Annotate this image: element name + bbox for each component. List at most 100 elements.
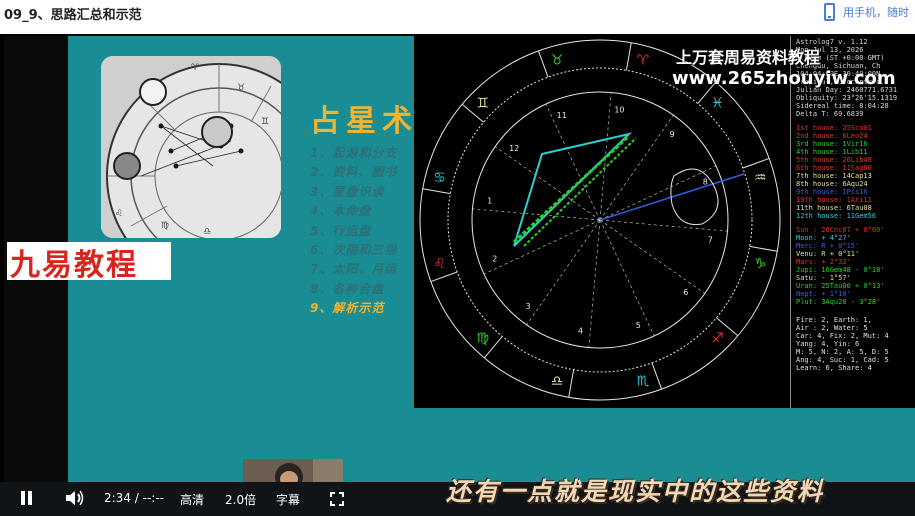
sign-divider [742, 157, 770, 169]
house-row: 9th house: 1Pis16 [796, 188, 868, 196]
fullscreen-icon[interactable] [330, 491, 344, 510]
house-number: 5 [636, 321, 641, 330]
zodiac-glyph: ♉ [551, 53, 564, 69]
house-row: 11th house: 6Tau08 [796, 204, 872, 212]
house-cusp [545, 103, 601, 221]
house-cusp [588, 219, 601, 348]
zodiac-glyph: ♓ [711, 96, 724, 112]
aspect-line [523, 137, 637, 247]
sign-divider [537, 50, 549, 78]
video-player[interactable]: ♈ ♉ ♊ ♌ ♍ ♎ 九易教程 占星术 1、起源和分支 2、资料、图书 3、星盘识读 4、… [0, 34, 915, 516]
zodiac-glyph: ♑ [754, 256, 767, 272]
svg-text:♎: ♎ [203, 227, 211, 237]
element-line: M: 5, N: 2, A: 5, D: 5 [796, 348, 889, 356]
element-line: Ang: 4, Suc: 1, Cad: 5 [796, 356, 889, 364]
element-line: Air : 2, Water: 5 [796, 324, 868, 332]
planet-row: Satu: - 1°57' [796, 274, 851, 282]
planet-row: Venu: R + 0°11' [796, 250, 860, 258]
captions-button[interactable]: 字幕 [276, 491, 300, 508]
page-title: 09_9、思路汇总和示范 [4, 8, 142, 23]
chart-info-line: Delta T: 69.6839 [796, 110, 864, 118]
outline-item: 5、行运盘 [310, 223, 372, 238]
house-number: 12 [509, 144, 519, 153]
outline-item: 8、各种合盘 [310, 281, 385, 296]
sign-divider [568, 369, 575, 398]
chart-outline-shape [670, 168, 719, 226]
house-number: 4 [578, 326, 583, 335]
house-row: 4th house: 1Lib11 [796, 148, 868, 156]
house-number: 11 [557, 111, 567, 120]
brand-logo: 九易教程 [10, 248, 138, 283]
mobile-link[interactable]: 用手机，随时 [824, 3, 909, 21]
house-cusp [599, 219, 655, 337]
house-row: 6th house: 11Sag00 [796, 164, 872, 172]
sign-divider [625, 42, 632, 71]
house-number: 10 [614, 106, 624, 115]
zodiac-glyph: ♌ [433, 256, 446, 272]
outline-item: 1、起源和分支 [310, 146, 398, 160]
house-cusp [599, 114, 674, 221]
planet-row: Merc: R + 0°15' [796, 242, 860, 250]
outline-item: 9、解析示范 [310, 301, 385, 316]
outline-item: 2、资料、图书 [310, 165, 398, 180]
zodiac-glyph: ♒ [754, 170, 767, 186]
page-header: 09_9、思路汇总和示范 用手机，随时 [0, 0, 915, 30]
house-cusp [494, 146, 601, 221]
outline-item: 3、星盘识读 [310, 184, 385, 199]
house-cusp [599, 219, 706, 294]
zodiac-glyph: ♊ [476, 96, 489, 112]
zodiac-glyph: ♎ [551, 373, 564, 389]
video-subtitle: 还有一点就是现实中的这些资料 [446, 477, 825, 506]
speed-button[interactable]: 2.0倍 [225, 491, 256, 508]
section-title: 占星术 [310, 104, 418, 139]
planet-row: Sun : 20Cnc07 + 0°00' [796, 226, 885, 234]
house-row: 1st house: 25Sco01 [796, 124, 872, 132]
svg-text:♉: ♉ [237, 83, 245, 93]
astrology-chart: ♈ ♉ ♊ ♋ ♌ ♍ ♎ ♏ ♐ ♑ ♒ ♓ 1 2 3 4 5 6 7 8 9 10 11 12 Astrolog7 v.… [414, 36, 915, 408]
house-number: 7 [708, 235, 713, 244]
house-number: 3 [525, 302, 530, 311]
svg-text:♌: ♌ [115, 209, 123, 219]
svg-text:♈: ♈ [191, 63, 200, 73]
planet-row: Jupi: 16Gem48 - 0°18' [796, 266, 885, 274]
planet-row: Plut: 3Aqu28 - 3°28' [796, 298, 881, 306]
element-line: Yang: 4, Yin: 6 [796, 340, 860, 348]
zodiac-glyph: ♈ [637, 53, 650, 69]
house-row: 10th house: 1Ari11 [796, 196, 872, 204]
element-line: Car: 4, Fix: 2, Mut: 4 [796, 332, 889, 340]
house-cusp [472, 208, 601, 221]
outline-item: 7、太阳、月运 [310, 262, 398, 277]
svg-text:♍: ♍ [161, 221, 169, 231]
sign-divider [651, 362, 663, 390]
watermark-url: www.265zhouyiw.com [672, 68, 896, 89]
house-row: 3rd house: 1Vir16 [796, 140, 868, 148]
house-row: 7th house: 14Cap13 [796, 172, 872, 180]
mobile-link-label: 用手机，随时 [843, 6, 909, 19]
planet-row: Mars: + 2°32' [796, 258, 851, 266]
chart-info-panel: Astrolog7 v. 1.12 Mon Jul 13, 2026 8:00am … [790, 36, 915, 408]
quality-button[interactable]: 高清 [180, 491, 204, 508]
zodiac-glyph: ♋ [433, 170, 446, 186]
chart-info-line: Sidereal time: 8:04:28 [796, 102, 889, 110]
house-number: 2 [492, 254, 497, 263]
pause-icon[interactable] [21, 491, 33, 505]
video-frame: ♈ ♉ ♊ ♌ ♍ ♎ 九易教程 占星术 1、起源和分支 2、资料、图书 3、星盘识读 4、… [4, 36, 915, 482]
planet-row: Moon: + 4°27' [796, 234, 851, 242]
volume-icon[interactable] [66, 490, 86, 510]
zodiac-glyph: ♐ [711, 330, 724, 346]
house-cusp [599, 219, 728, 232]
time-display: 2:34 / --:-- [104, 491, 164, 505]
zodiac-glyph: ♍ [476, 330, 489, 346]
course-outline: 1、起源和分支 2、资料、图书 3、星盘识读 4、本命盘 5、行运盘 6、次限和三限 7、太… [310, 144, 397, 319]
house-row: 2nd house: 6Leo24 [796, 132, 868, 140]
house-number: 9 [669, 130, 674, 139]
outline-item: 4、本命盘 [310, 204, 372, 219]
element-line: Learn: 6, Share: 4 [796, 364, 872, 372]
astrology-photo: ♈ ♉ ♊ ♌ ♍ ♎ [101, 56, 281, 238]
house-number: 1 [487, 197, 492, 206]
presenter-webcam [243, 459, 343, 482]
house-row: 12th house: 11Gem56 [796, 212, 877, 220]
sign-divider [430, 271, 458, 283]
house-row: 5th house: 26Lib49 [796, 156, 872, 164]
outline-item: 6、次限和三限 [310, 243, 398, 258]
